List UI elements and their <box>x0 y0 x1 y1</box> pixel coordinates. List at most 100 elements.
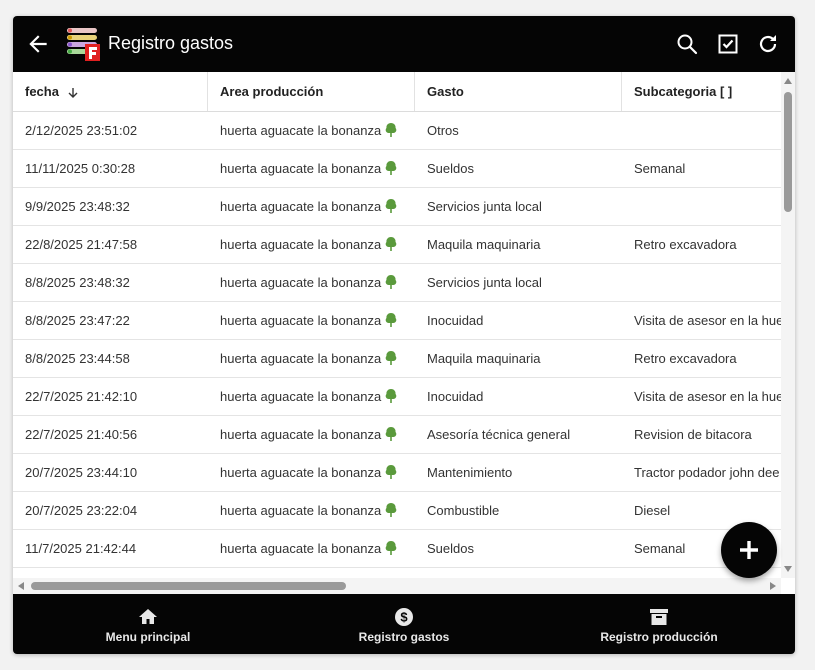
cell-gasto: Sueldos <box>415 530 622 567</box>
table-row[interactable]: 8/8/2025 23:47:22 huerta aguacate la bona… <box>13 302 781 340</box>
column-header-subcategoria[interactable]: Subcategoria [ ] <box>622 72 781 111</box>
cell-gasto-text: Servicios junta local <box>427 275 542 290</box>
scroll-down-arrow-icon[interactable] <box>784 566 792 572</box>
cell-gasto: Maquila maquinaria <box>415 340 622 377</box>
cell-fecha-text: 11/11/2025 0:30:28 <box>25 161 136 176</box>
tree-icon <box>385 199 397 214</box>
cell-area: huerta aguacate la bonanza <box>208 454 415 491</box>
cell-area: huerta aguacate la bonanza <box>208 226 415 263</box>
cell-fecha: 11/11/2025 0:30:28 <box>13 150 208 187</box>
archive-box-icon <box>650 609 668 625</box>
bottom-navigation: Menu principal $ Registro gastos Registr… <box>13 594 795 654</box>
table-row[interactable]: 22/7/2025 21:42:10 huerta aguacate la bon… <box>13 378 781 416</box>
cell-subcategoria <box>622 112 781 149</box>
cell-subcategoria: Semanal <box>622 150 781 187</box>
cell-gasto: Inocuidad <box>415 302 622 339</box>
cell-gasto: Inocuidad <box>415 378 622 415</box>
cell-fecha: 8/8/2025 23:44:58 <box>13 340 208 377</box>
cell-subcategoria <box>622 188 781 225</box>
cell-area: huerta aguacate la bonanza <box>208 150 415 187</box>
cell-area-text: huerta aguacate la bonanza <box>220 161 382 176</box>
back-arrow-icon[interactable] <box>25 31 51 57</box>
cell-area: huerta aguacate la bonanza <box>208 264 415 301</box>
cell-subcategoria: Visita de asesor en la hue <box>622 378 781 415</box>
cell-fecha: 20/7/2025 23:44:10 <box>13 454 208 491</box>
app-window: Registro gastos fecha Area producción Ga… <box>13 16 795 654</box>
cell-area: huerta aguacate la bonanza <box>208 112 415 149</box>
vertical-scrollbar[interactable] <box>781 72 795 578</box>
refresh-icon[interactable] <box>756 32 780 56</box>
plus-icon <box>740 541 758 559</box>
vertical-scroll-thumb[interactable] <box>784 92 792 212</box>
home-icon <box>139 609 157 624</box>
cell-area-text: huerta aguacate la bonanza <box>220 541 382 556</box>
table-row[interactable]: 8/8/2025 23:48:32 huerta aguacate la bona… <box>13 264 781 302</box>
cell-gasto: Servicios junta local <box>415 264 622 301</box>
nav-item-registro-produccion[interactable]: Registro producción <box>529 594 789 654</box>
nav-item-menu-principal[interactable]: Menu principal <box>18 594 278 654</box>
cell-fecha-text: 11/7/2025 21:42:44 <box>25 541 137 556</box>
cell-gasto-text: Maquila maquinaria <box>427 237 541 252</box>
cell-area-text: huerta aguacate la bonanza <box>220 313 382 328</box>
cell-fecha-text: 22/7/2025 21:42:10 <box>25 389 138 404</box>
cell-subcategoria-text: Retro excavadora <box>634 237 737 252</box>
horizontal-scrollbar[interactable] <box>13 578 781 594</box>
cell-fecha: 22/7/2025 21:42:10 <box>13 378 208 415</box>
svg-text:$: $ <box>400 610 408 625</box>
tree-icon <box>385 465 397 480</box>
column-header-area[interactable]: Area producción <box>208 72 415 111</box>
table-row[interactable]: 20/7/2025 23:22:04 huerta aguacate la bon… <box>13 492 781 530</box>
cell-area-text: huerta aguacate la bonanza <box>220 389 382 404</box>
cell-fecha: 8/8/2025 23:47:22 <box>13 302 208 339</box>
cell-area-text: huerta aguacate la bonanza <box>220 275 382 290</box>
dollar-coin-icon: $ <box>395 608 413 626</box>
table-row[interactable]: 11/7/2025 21:42:44 huerta aguacate la bon… <box>13 530 781 568</box>
column-header-fecha[interactable]: fecha <box>13 72 208 111</box>
cell-fecha: 22/8/2025 21:47:58 <box>13 226 208 263</box>
table-row[interactable]: 2/12/2025 23:51:02 huerta aguacate la bon… <box>13 112 781 150</box>
cell-area: huerta aguacate la bonanza <box>208 416 415 453</box>
cell-subcategoria-text: Revision de bitacora <box>634 427 752 442</box>
table-row[interactable]: 22/8/2025 21:47:58 huerta aguacate la bon… <box>13 226 781 264</box>
cell-fecha-text: 22/7/2025 21:40:56 <box>25 427 138 442</box>
cell-subcategoria: Retro excavadora <box>622 340 781 377</box>
tree-icon <box>385 389 397 404</box>
cell-subcategoria-text: Retro excavadora <box>634 351 737 366</box>
add-expense-button[interactable] <box>721 522 777 578</box>
cell-gasto-text: Sueldos <box>427 161 474 176</box>
checkbox-select-icon[interactable] <box>716 32 740 56</box>
cell-subcategoria <box>622 264 781 301</box>
scroll-up-arrow-icon[interactable] <box>784 78 792 84</box>
cell-area: huerta aguacate la bonanza <box>208 492 415 529</box>
expenses-table: fecha Area producción Gasto Subcategoria… <box>13 72 781 578</box>
cell-subcategoria-text: Visita de asesor en la hue <box>634 313 781 328</box>
cell-gasto-text: Inocuidad <box>427 389 484 404</box>
cell-fecha-text: 8/8/2025 23:48:32 <box>25 275 130 290</box>
nav-item-registro-gastos[interactable]: $ Registro gastos <box>274 594 534 654</box>
table-row[interactable]: 20/7/2025 23:44:10 huerta aguacate la bon… <box>13 454 781 492</box>
cell-fecha-text: 9/9/2025 23:48:32 <box>25 199 130 214</box>
cell-area-text: huerta aguacate la bonanza <box>220 237 382 252</box>
cell-area-text: huerta aguacate la bonanza <box>220 465 382 480</box>
cell-subcategoria: Tractor podador john dee <box>622 454 781 491</box>
cell-fecha: 20/7/2025 23:22:04 <box>13 492 208 529</box>
cell-gasto: Maquila maquinaria <box>415 226 622 263</box>
table-row[interactable]: 22/7/2025 21:40:56 huerta aguacate la bon… <box>13 416 781 454</box>
tree-icon <box>385 313 397 328</box>
cell-subcategoria-text: Diesel <box>634 503 671 518</box>
cell-gasto-text: Combustible <box>427 503 500 518</box>
scroll-right-arrow-icon[interactable] <box>770 582 776 590</box>
table-row[interactable]: 8/8/2025 23:44:58 huerta aguacate la bona… <box>13 340 781 378</box>
table-row[interactable]: 11/11/2025 0:30:28 huerta aguacate la bon… <box>13 150 781 188</box>
nav-item-label: Registro gastos <box>358 630 450 644</box>
search-icon[interactable] <box>675 32 699 56</box>
column-header-gasto[interactable]: Gasto <box>415 72 622 111</box>
cell-gasto: Mantenimiento <box>415 454 622 491</box>
table-row[interactable]: 9/9/2025 23:48:32 huerta aguacate la bona… <box>13 188 781 226</box>
cell-fecha-text: 20/7/2025 23:22:04 <box>25 503 138 518</box>
cell-fecha-text: 22/8/2025 21:47:58 <box>25 237 138 252</box>
scroll-left-arrow-icon[interactable] <box>18 582 24 590</box>
cell-gasto: Servicios junta local <box>415 188 622 225</box>
cell-area-text: huerta aguacate la bonanza <box>220 427 382 442</box>
horizontal-scroll-thumb[interactable] <box>31 582 346 590</box>
